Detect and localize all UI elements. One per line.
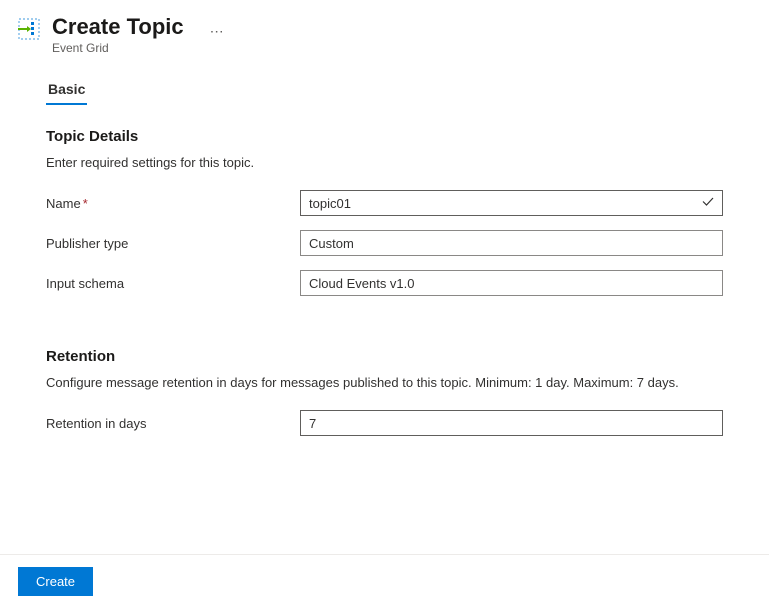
- section-topic-details: Topic Details Enter required settings fo…: [46, 128, 723, 296]
- page-title: Create Topic: [52, 14, 184, 40]
- name-control: [300, 190, 723, 216]
- publisher-type-control: Custom: [300, 230, 723, 256]
- retention-days-control: [300, 410, 723, 436]
- tab-basic[interactable]: Basic: [46, 75, 87, 105]
- retention-description: Configure message retention in days for …: [46, 375, 723, 390]
- retention-days-input[interactable]: [300, 410, 723, 436]
- row-retention-days: Retention in days: [46, 410, 723, 436]
- input-schema-value[interactable]: Cloud Events v1.0: [300, 270, 723, 296]
- row-input-schema: Input schema Cloud Events v1.0: [46, 270, 723, 296]
- publisher-type-label: Publisher type: [46, 236, 300, 251]
- name-label: Name*: [46, 196, 300, 211]
- check-icon: [701, 195, 715, 212]
- topic-icon: [18, 18, 40, 43]
- input-schema-control: Cloud Events v1.0: [300, 270, 723, 296]
- page-header: Create Topic Event Grid ⋯: [0, 0, 769, 65]
- topic-details-description: Enter required settings for this topic.: [46, 155, 723, 170]
- more-actions-icon[interactable]: ⋯: [210, 23, 225, 40]
- content-area: Basic Topic Details Enter required setti…: [0, 65, 769, 436]
- topic-details-heading: Topic Details: [46, 128, 723, 145]
- tabs: Basic: [46, 75, 723, 106]
- required-indicator: *: [83, 196, 88, 211]
- page-subtitle: Event Grid: [52, 41, 184, 55]
- create-button[interactable]: Create: [18, 567, 93, 596]
- retention-heading: Retention: [46, 348, 723, 365]
- footer: Create: [0, 554, 769, 608]
- name-label-text: Name: [46, 196, 81, 211]
- title-block: Create Topic Event Grid: [52, 14, 184, 55]
- publisher-type-value[interactable]: Custom: [300, 230, 723, 256]
- row-name: Name*: [46, 190, 723, 216]
- name-input[interactable]: [300, 190, 723, 216]
- input-schema-label: Input schema: [46, 276, 300, 291]
- section-retention: Retention Configure message retention in…: [46, 348, 723, 436]
- retention-days-label: Retention in days: [46, 416, 300, 431]
- row-publisher-type: Publisher type Custom: [46, 230, 723, 256]
